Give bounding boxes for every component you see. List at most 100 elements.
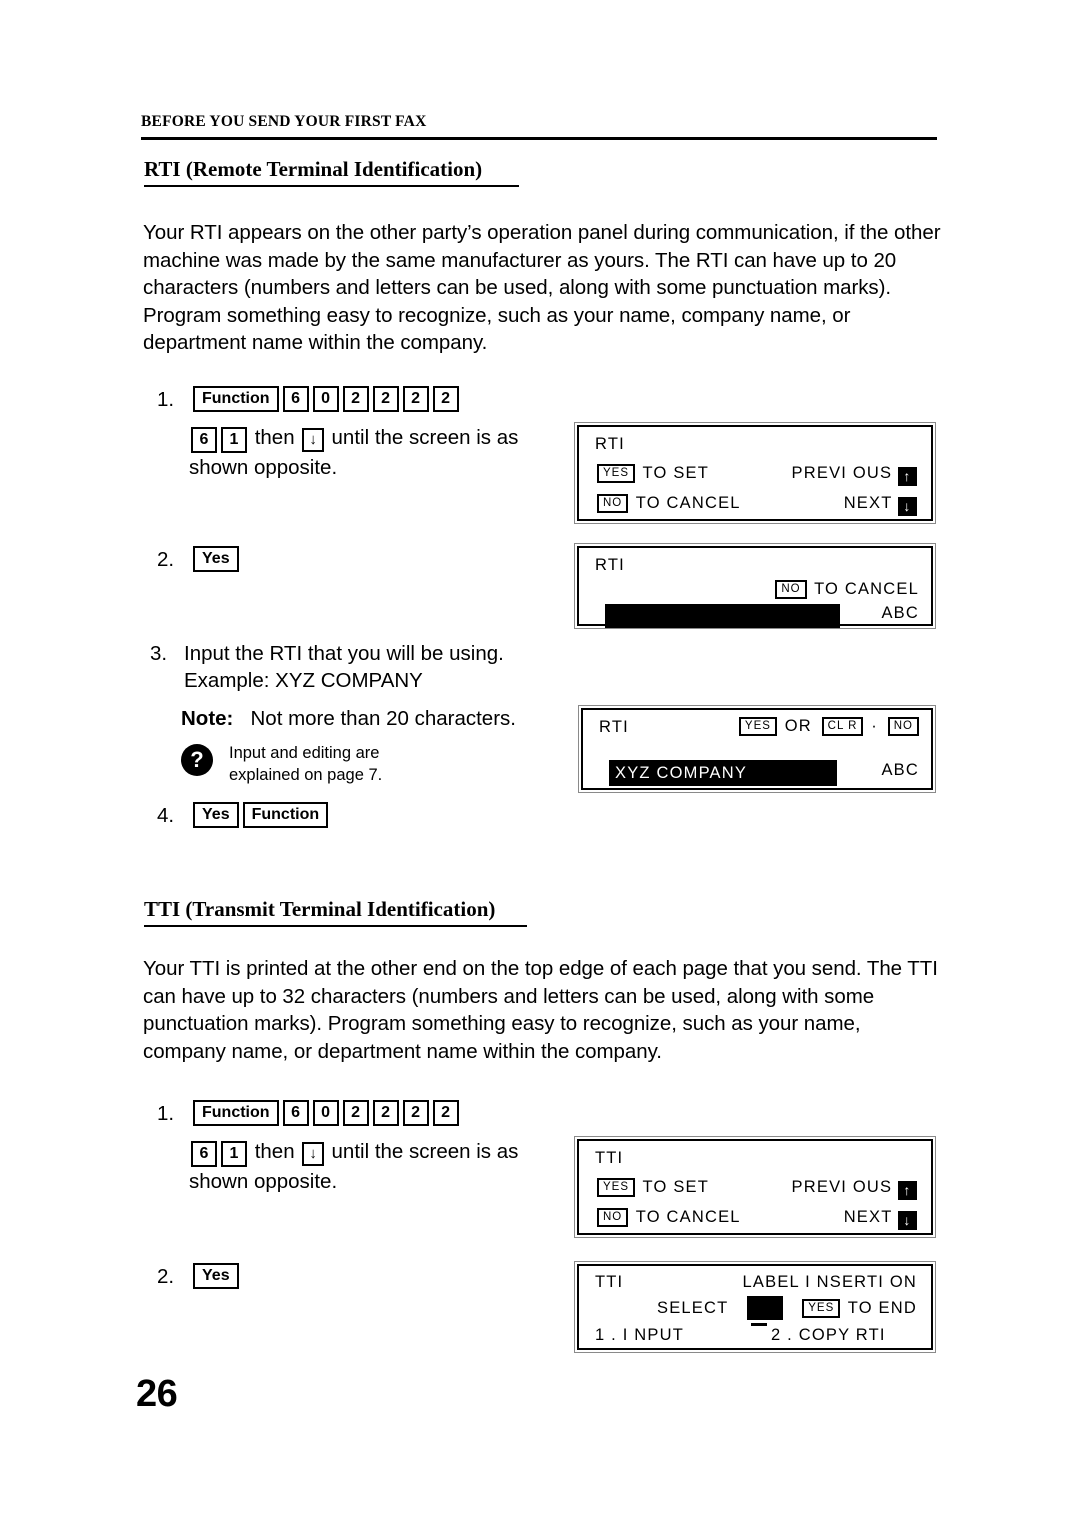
lcd-row1-left: YES TO SET	[597, 464, 709, 483]
lcd-row2-right: NEXT ↓	[844, 494, 917, 516]
hint-text: Input and editing are explained on page …	[229, 742, 382, 786]
step-4-rti: 4. Yes Function	[157, 802, 330, 829]
key-2-c[interactable]: 2	[402, 386, 429, 412]
key-2-d[interactable]: 2	[432, 386, 459, 412]
key-6[interactable]: 6	[282, 386, 309, 412]
lcd-row1-label: TO SET	[642, 1178, 710, 1196]
lcd-select-label: SELECT	[657, 1299, 729, 1317]
lcd-option-2[interactable]: 2 . COPY RTI	[771, 1326, 886, 1345]
key-2-b[interactable]: 2	[372, 1100, 399, 1126]
running-header: BEFORE YOU SEND YOUR FIRST FAX	[141, 113, 427, 130]
lcd-key-yes[interactable]: YES	[597, 1178, 636, 1197]
key-6[interactable]: 6	[282, 1100, 309, 1126]
step-3-line1: 3. Input the RTI that you will be using.	[150, 640, 570, 667]
key-1[interactable]: 1	[221, 1141, 247, 1167]
key-function[interactable]: Function	[193, 1100, 279, 1126]
lcd-screen: RTI NO TO CANCEL ABC	[577, 546, 933, 628]
step-number: 4.	[157, 804, 175, 827]
key-function[interactable]: Function	[242, 802, 329, 828]
lcd-dot: ·	[871, 717, 878, 735]
lcd-option-1[interactable]: 1 . I NPUT	[595, 1326, 684, 1345]
step-3-text-line2: Example: XYZ COMPANY	[184, 669, 423, 692]
key-0[interactable]: 0	[312, 1100, 339, 1126]
key-6[interactable]: 6	[191, 1141, 217, 1167]
down-arrow-icon[interactable]: ↓	[898, 497, 917, 516]
key-2-a[interactable]: 2	[342, 386, 369, 412]
step-text-then: then	[254, 1140, 295, 1163]
key-yes[interactable]: Yes	[193, 1263, 239, 1289]
lcd-row1-left: YES TO SET	[597, 1178, 709, 1197]
lcd-row2-label: TO CANCEL	[635, 494, 741, 512]
lcd-row1-right: PREVI OUS ↑	[792, 1178, 917, 1200]
lcd-key-no[interactable]: NO	[775, 580, 807, 599]
key-6[interactable]: 6	[191, 427, 217, 453]
lcd-row1-label: TO SET	[642, 464, 710, 482]
key-2-d[interactable]: 2	[432, 1100, 459, 1126]
lcd-panel-rti-step3: RTI YES OR CL R · NO XYZ COMPANY ABC	[578, 705, 936, 793]
step-number: 2.	[157, 1265, 175, 1288]
lcd-key-no[interactable]: NO	[597, 494, 629, 513]
lcd-row1-right: PREVI OUS ↑	[792, 464, 917, 486]
section-heading-tti: TTI (Transmit Terminal Identification)	[144, 897, 527, 927]
step-2-rti: 2. Yes	[157, 546, 241, 573]
up-arrow-icon[interactable]: ↑	[898, 467, 917, 486]
lcd-title: TTI	[595, 1149, 624, 1167]
question-icon: ?	[181, 744, 213, 776]
lcd-or-label: OR	[784, 717, 812, 735]
lcd-key-row: YES OR CL R · NO	[738, 717, 921, 736]
lcd-key-clr[interactable]: CL R	[821, 717, 864, 736]
step-1-tti-line2: 61 then ↓ until the screen is as shown o…	[189, 1138, 569, 1198]
lcd-cursor	[718, 782, 735, 785]
down-arrow-icon[interactable]: ↓	[898, 1211, 917, 1230]
key-yes[interactable]: Yes	[193, 546, 239, 572]
note-rti: Note: Not more than 20 characters.	[181, 705, 581, 732]
lcd-key-no[interactable]: NO	[597, 1208, 629, 1227]
lcd-row1-right-label: PREVI OUS	[791, 464, 893, 482]
key-yes[interactable]: Yes	[193, 802, 239, 828]
step-1-tti: 1. Function 6 0 2 2 2 2	[157, 1100, 461, 1127]
lcd-panel-tti-step2: TTI LABEL I NSERTI ON SELECT YES TO END …	[574, 1261, 936, 1353]
lcd-title: RTI	[595, 556, 625, 574]
key-function[interactable]: Function	[193, 386, 279, 412]
hint-text-line2: explained on page 7.	[229, 766, 383, 784]
step-3-rti: 3. Input the RTI that you will be using. …	[150, 640, 570, 694]
down-arrow-icon[interactable]: ↓	[302, 1142, 324, 1166]
page-number: 26	[136, 1373, 178, 1415]
lcd-key-yes[interactable]: YES	[597, 464, 636, 483]
step-number: 1.	[157, 388, 175, 411]
up-arrow-icon[interactable]: ↑	[898, 1181, 917, 1200]
lcd-selection-block[interactable]	[747, 1296, 783, 1320]
lcd-title: RTI	[595, 435, 625, 453]
note-label: Note:	[181, 707, 234, 730]
hint-rti: ? Input and editing are explained on pag…	[181, 742, 581, 786]
step-2-tti: 2. Yes	[157, 1263, 241, 1290]
key-0[interactable]: 0	[312, 386, 339, 412]
lcd-row1-right-label: PREVI OUS	[791, 1178, 893, 1196]
lcd-screen: RTI YES OR CL R · NO XYZ COMPANY ABC	[581, 708, 933, 790]
step-number: 3.	[150, 642, 168, 665]
step-text-then: then	[254, 426, 295, 449]
key-2-a[interactable]: 2	[342, 1100, 369, 1126]
heading-underline	[144, 184, 519, 187]
step-1-rti-line2: 61 then ↓ until the screen is as shown o…	[189, 424, 569, 484]
lcd-row2-left: NO TO CANCEL	[597, 1208, 741, 1227]
paragraph-tti: Your TTI is printed at the other end on …	[143, 957, 938, 1063]
lcd-mode-label: ABC	[881, 604, 919, 622]
key-1[interactable]: 1	[221, 427, 247, 453]
lcd-key-yes[interactable]: YES	[738, 717, 777, 736]
key-2-b[interactable]: 2	[372, 386, 399, 412]
lcd-row2-right: NEXT ↓	[844, 1208, 917, 1230]
step-number: 1.	[157, 1102, 175, 1125]
lcd-cursor	[751, 1323, 767, 1326]
lcd-input-field[interactable]	[605, 604, 840, 628]
key-2-c[interactable]: 2	[402, 1100, 429, 1126]
lcd-screen: TTI YES TO SET PREVI OUS ↑ NO TO CANCEL …	[577, 1139, 933, 1235]
step-number: 2.	[157, 548, 175, 571]
lcd-key-yes[interactable]: YES	[802, 1299, 841, 1318]
lcd-row1-label: TO CANCEL	[814, 580, 919, 598]
down-arrow-icon[interactable]: ↓	[302, 428, 324, 452]
lcd-panel-rti-step1: RTI YES TO SET PREVI OUS ↑ NO TO CANCEL …	[574, 422, 936, 524]
lcd-row1-right: NO TO CANCEL	[775, 580, 919, 599]
lcd-title: RTI	[599, 718, 629, 736]
lcd-key-no[interactable]: NO	[887, 717, 919, 736]
